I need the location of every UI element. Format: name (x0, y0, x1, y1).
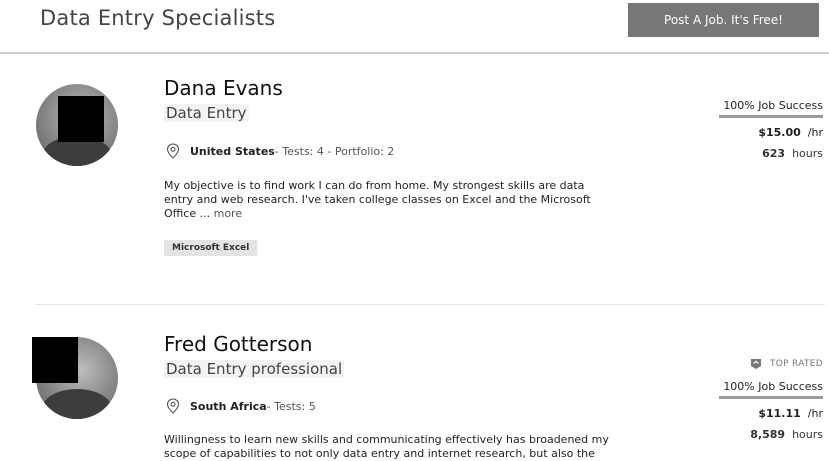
job-success-bar (719, 396, 823, 399)
avatar-silhouette (42, 389, 112, 419)
hours-label: hours (792, 147, 823, 160)
more-link[interactable]: more (214, 207, 243, 220)
freelancer-card[interactable]: Fred Gotterson Data Entry professional S… (0, 306, 829, 461)
page-title: Data Entry Specialists (40, 6, 276, 30)
profile-meta: - Tests: 4 - Portfolio: 2 (274, 144, 395, 158)
hourly-rate: $15.00 /hr (719, 126, 823, 139)
freelancer-card[interactable]: Dana Evans Data Entry United States - Te… (0, 55, 829, 305)
freelancer-title: Data Entry (164, 104, 249, 122)
hours-worked: 8,589 hours (719, 428, 823, 441)
freelancer-description: My objective is to find work I can do fr… (164, 179, 604, 221)
freelancer-title: Data Entry professional (164, 360, 345, 378)
avatar[interactable] (36, 84, 118, 166)
location-row: United States - Tests: 4 - Portfolio: 2 (166, 143, 394, 159)
rate-unit: /hr (807, 407, 823, 420)
page-header: Data Entry Specialists Post A Job. It's … (0, 0, 829, 54)
rate-unit: /hr (807, 126, 823, 139)
card-divider (35, 304, 825, 305)
freelancer-stats: TOP RATED 100% Job Success $11.11 /hr 8,… (719, 358, 823, 441)
top-rated-badge: TOP RATED (719, 358, 823, 370)
hours-number: 8,589 (750, 428, 786, 441)
country: South Africa (190, 399, 267, 413)
hourly-rate: $11.11 /hr (719, 407, 823, 420)
top-rated-label: TOP RATED (769, 359, 823, 369)
location-row: South Africa - Tests: 5 (166, 398, 316, 414)
description-text: Willingness to learn new skills and comm… (164, 433, 609, 460)
profile-meta: - Tests: 5 (266, 399, 316, 413)
job-success: 100% Job Success (723, 99, 823, 112)
job-success: 100% Job Success (723, 380, 823, 393)
rate-amount: $11.11 (758, 407, 801, 420)
freelancer-name[interactable]: Dana Evans (164, 76, 283, 100)
location-pin-icon (166, 143, 180, 159)
post-job-button[interactable]: Post A Job. It's Free! (628, 3, 819, 37)
rate-amount: $15.00 (758, 126, 801, 139)
redaction-box (32, 337, 78, 383)
redaction-box (58, 96, 104, 142)
freelancer-description: Willingness to learn new skills and comm… (164, 433, 614, 461)
skill-tag[interactable]: Microsoft Excel (164, 240, 258, 256)
location-pin-icon (166, 398, 180, 414)
freelancer-name[interactable]: Fred Gotterson (164, 332, 312, 356)
hours-worked: 623 hours (719, 147, 823, 160)
country: United States (190, 144, 275, 158)
job-success-bar (719, 115, 823, 118)
hours-number: 623 (762, 147, 786, 160)
top-rated-icon (750, 359, 761, 369)
hours-label: hours (792, 428, 823, 441)
freelancer-stats: 100% Job Success $15.00 /hr 623 hours (719, 99, 823, 160)
